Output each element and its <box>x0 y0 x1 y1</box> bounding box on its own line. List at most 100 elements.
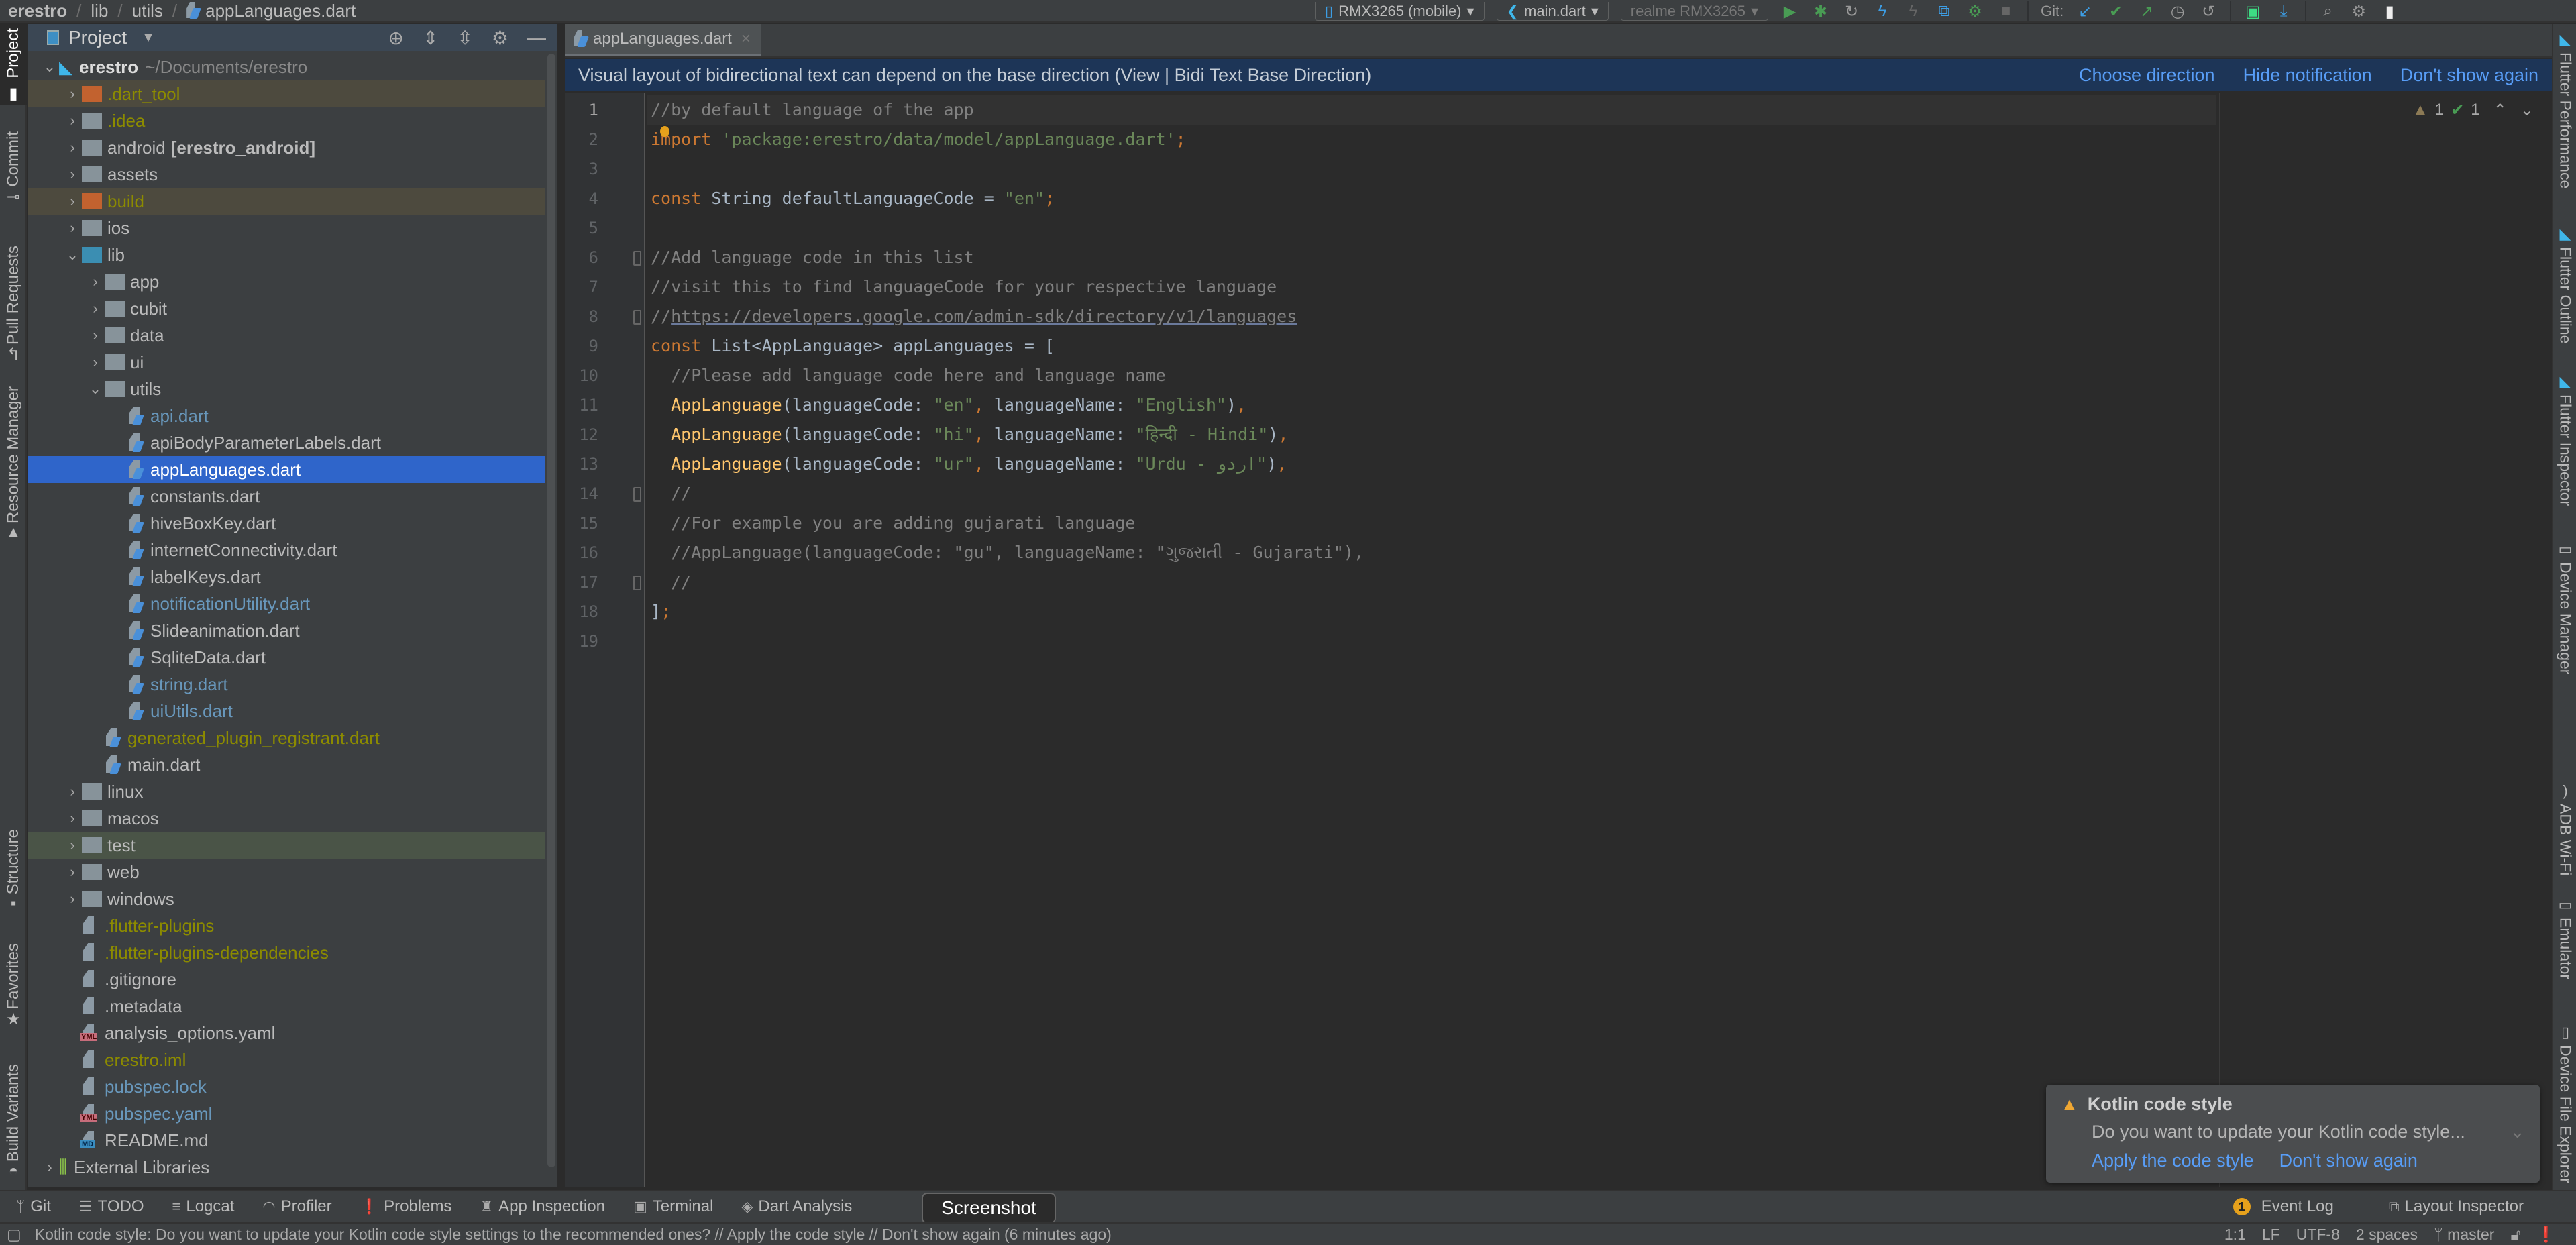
project-scrollbar[interactable] <box>547 54 555 1167</box>
flutter-attach-icon[interactable]: ⧉ <box>1935 2 1953 21</box>
tool-tab-commit[interactable]: Commit ⊸ <box>0 131 27 207</box>
close-icon[interactable]: × <box>741 30 751 48</box>
tool-tab-favorites[interactable]: Favorites ★ <box>0 943 27 1029</box>
tool-tab-app-inspection[interactable]: ♜ App Inspection <box>480 1197 605 1216</box>
chevron-right-icon[interactable]: › <box>63 863 82 881</box>
tree-item[interactable]: › app <box>28 268 545 295</box>
attach-icon[interactable]: ↻ <box>1842 2 1861 21</box>
fold-marker-icon[interactable] <box>633 251 641 266</box>
gear-icon[interactable]: ⚙ <box>492 27 508 49</box>
device-manager-icon[interactable]: ▣ <box>2243 2 2262 21</box>
lock-icon[interactable]: 🔓︎ <box>2510 1226 2520 1244</box>
emulator-selector[interactable]: realme RMX3265 ▾ <box>1620 2 1768 21</box>
tree-item[interactable]: labelKeys.dart <box>28 563 545 590</box>
dont-show-again-link[interactable]: Don't show again <box>2279 1150 2418 1171</box>
tool-tab-git[interactable]: ᛘ Git <box>16 1197 51 1216</box>
search-icon[interactable]: ⌕ <box>2318 2 2337 21</box>
tree-item[interactable]: .metadata <box>28 993 545 1020</box>
breadcrumb-item[interactable]: erestro <box>8 1 67 21</box>
locate-icon[interactable]: ⊕ <box>388 27 403 49</box>
chevron-right-icon[interactable]: › <box>86 273 105 290</box>
hide-notification-link[interactable]: Hide notification <box>2243 65 2372 86</box>
breadcrumb-item[interactable]: utils <box>132 1 163 21</box>
collapse-all-icon[interactable]: ⇳ <box>457 27 472 49</box>
code-link[interactable]: https://developers.google.com/admin-sdk/… <box>671 307 1297 326</box>
next-highlight-icon[interactable]: ⌄ <box>2520 101 2534 120</box>
chevron-down-icon[interactable]: ⌄ <box>86 380 105 398</box>
tool-tab-resource-manager[interactable]: Resource Manager ▲ <box>0 386 27 542</box>
status-message[interactable]: Kotlin code style: Do you want to update… <box>35 1226 1112 1244</box>
stop-icon[interactable]: ■ <box>1996 2 2015 21</box>
settings-icon[interactable]: ⚙ <box>2349 2 2368 21</box>
tool-tab-logcat[interactable]: ≡ Logcat <box>172 1197 235 1216</box>
tree-item[interactable]: › data <box>28 322 545 349</box>
breadcrumb-item[interactable]: lib <box>91 1 108 21</box>
tree-item[interactable]: appLanguages.dart <box>28 456 545 483</box>
tree-item[interactable]: › .idea <box>28 107 545 134</box>
tree-item[interactable]: › linux <box>28 778 545 805</box>
tool-tab-build-variants[interactable]: Build Variants ◓ <box>0 1064 27 1181</box>
tree-item[interactable]: ⌄ ◣ erestro ~/Documents/erestro <box>28 54 545 80</box>
chevron-down-icon[interactable]: ⌄ <box>40 58 59 76</box>
tool-tab-profiler[interactable]: ◠ Profiler <box>262 1197 331 1216</box>
history-icon[interactable]: ◷ <box>2168 2 2187 21</box>
tree-item[interactable]: generated_plugin_registrant.dart <box>28 724 545 751</box>
profile-icon[interactable]: ⚙ <box>1966 2 1984 21</box>
choose-direction-link[interactable]: Choose direction <box>2079 65 2215 86</box>
tree-item[interactable]: ⌄ lib <box>28 241 545 268</box>
device-selector[interactable]: ▯ RMX3265 (mobile) ▾ <box>1315 2 1485 21</box>
tool-tab-structure[interactable]: Structure ▪ <box>0 829 27 913</box>
tree-item[interactable]: › assets <box>28 161 545 188</box>
tree-item[interactable]: analysis_options.yaml <box>28 1020 545 1046</box>
tool-tab-emulator[interactable]: ▭ Emulator <box>2555 896 2576 979</box>
tree-item[interactable]: pubspec.yaml <box>28 1100 545 1127</box>
tool-tab-terminal[interactable]: ▣ Terminal <box>633 1197 714 1216</box>
hot-restart-icon[interactable]: ϟ <box>1904 2 1923 21</box>
previous-highlight-icon[interactable]: ⌃ <box>2493 101 2507 120</box>
chevron-right-icon[interactable]: › <box>63 810 82 827</box>
tree-item[interactable]: erestro.iml <box>28 1046 545 1073</box>
tree-item[interactable]: › build <box>28 188 545 215</box>
intention-bulb-icon[interactable] <box>660 126 669 137</box>
line-separator[interactable]: LF <box>2262 1226 2280 1244</box>
minimize-icon[interactable]: — <box>527 27 546 48</box>
tree-item[interactable]: main.dart <box>28 751 545 778</box>
apply-code-style-link[interactable]: Apply the code style <box>2092 1150 2254 1171</box>
tree-item[interactable]: › ui <box>28 349 545 376</box>
dont-show-again-link[interactable]: Don't show again <box>2400 65 2538 86</box>
chevron-right-icon[interactable]: › <box>40 1158 59 1176</box>
indent-setting[interactable]: 2 spaces <box>2356 1226 2418 1244</box>
tree-item[interactable]: internetConnectivity.dart <box>28 537 545 563</box>
tree-item[interactable]: › test <box>28 832 545 859</box>
chevron-right-icon[interactable]: › <box>63 139 82 156</box>
tree-item[interactable]: api.dart <box>28 402 545 429</box>
tool-tab-layout-inspector[interactable]: ⧉ Layout Inspector <box>2389 1197 2524 1216</box>
tool-tab-project[interactable]: Project ▮ <box>0 24 27 105</box>
debug-icon[interactable]: ✱ <box>1811 2 1830 21</box>
chevron-right-icon[interactable]: › <box>63 85 82 103</box>
tool-tab-event-log[interactable]: 1 Event Log <box>2233 1197 2334 1216</box>
notifications-icon[interactable]: ❗ <box>2536 1226 2556 1244</box>
tree-item[interactable]: .flutter-plugins <box>28 912 545 939</box>
chevron-right-icon[interactable]: › <box>86 300 105 317</box>
tool-tab-pull-requests[interactable]: Pull Requests ↰ <box>0 246 27 364</box>
git-commit-icon[interactable]: ✔ <box>2106 2 2125 21</box>
tree-item[interactable]: constants.dart <box>28 483 545 510</box>
fold-marker-icon[interactable] <box>633 487 641 502</box>
expand-all-icon[interactable]: ⇕ <box>423 27 438 49</box>
file-encoding[interactable]: UTF-8 <box>2296 1226 2340 1244</box>
chevron-right-icon[interactable]: › <box>86 327 105 344</box>
code-editor[interactable]: //by default language of the app import '… <box>647 93 2551 1187</box>
tool-tab-problems[interactable]: ❗ Problems <box>360 1197 452 1216</box>
tree-item[interactable]: ⌄ utils <box>28 376 545 402</box>
tree-item[interactable]: hiveBoxKey.dart <box>28 510 545 537</box>
tree-item[interactable]: string.dart <box>28 671 545 698</box>
inspection-widget[interactable]: ▲ 1 ✔ 1 ⌃ ⌄ <box>2412 97 2534 123</box>
tool-tab-device-file-explorer[interactable]: ▯ Device File Explorer <box>2555 1024 2576 1183</box>
tree-item[interactable]: › macos <box>28 805 545 832</box>
fold-marker-icon[interactable] <box>633 576 641 590</box>
tool-tab-device-manager[interactable]: ▭ Device Manager <box>2555 541 2576 674</box>
tool-tab-adb-wifi[interactable]: ) ADB Wi-Fi <box>2555 782 2576 875</box>
tree-item[interactable]: › windows <box>28 885 545 912</box>
tool-tab-dart-analysis[interactable]: ◈ Dart Analysis <box>741 1197 852 1216</box>
